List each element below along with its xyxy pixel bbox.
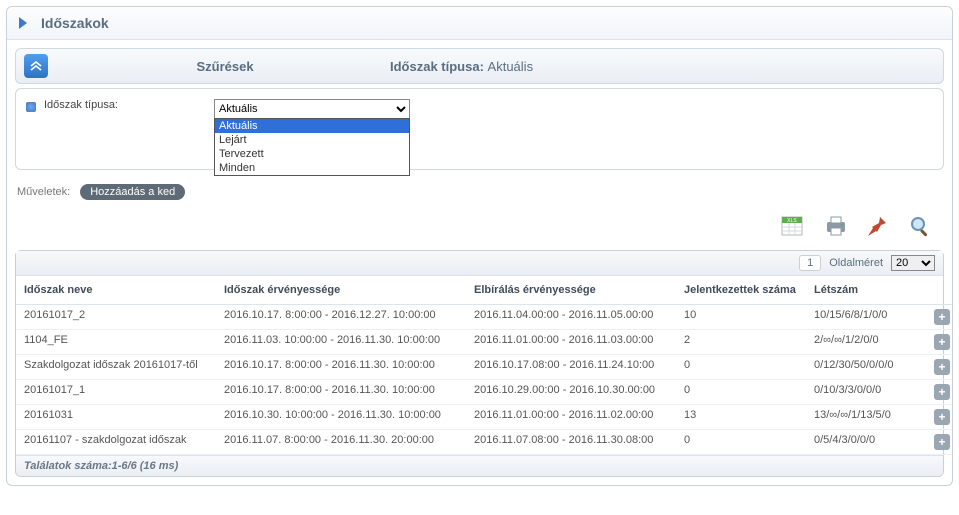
chevron-right-icon[interactable] <box>19 17 27 29</box>
cell-name: 1104_FE <box>16 330 216 355</box>
table-header-row: Időszak neve Időszak érvényessége Elbírá… <box>16 276 952 305</box>
toolbar: XLS <box>15 210 944 250</box>
expand-row-button[interactable]: + <box>934 384 950 400</box>
cell-head: 0/5/4/3/0/0/0 <box>806 430 926 455</box>
period-type-dropdown: Aktuális Lejárt Tervezett Minden <box>214 118 410 176</box>
cell-eval: 2016.11.01.00:00 - 2016.11.03.00:00 <box>466 330 676 355</box>
cell-eval: 2016.10.29.00:00 - 2016.10.30.00:00 <box>466 380 676 405</box>
cell-applicants: 0 <box>676 430 806 455</box>
period-type-option-lejart[interactable]: Lejárt <box>215 133 409 147</box>
export-xls-button[interactable]: XLS <box>780 214 808 238</box>
cell-applicants: 10 <box>676 305 806 330</box>
cell-head: 10/15/6/8/1/0/0 <box>806 305 926 330</box>
cell-name: 20161031 <box>16 405 216 430</box>
results-count: Találatok száma:1-6/6 (16 ms) <box>24 460 178 472</box>
filters-label: Szűrések <box>60 59 390 74</box>
table-row[interactable]: 20161017_1 2016.10.17. 8:00:00 - 2016.11… <box>16 380 952 405</box>
expand-row-button[interactable]: + <box>934 409 950 425</box>
col-validity[interactable]: Időszak érvényessége <box>216 276 466 305</box>
table-row[interactable]: Szakdolgozat időszak 20161017-től 2016.1… <box>16 355 952 380</box>
cell-head: 0/12/30/50/0/0/0 <box>806 355 926 380</box>
cell-head: 0/10/3/3/0/0/0 <box>806 380 926 405</box>
cell-name: 20161017_2 <box>16 305 216 330</box>
cell-validity: 2016.11.03. 10:00:00 - 2016.11.30. 10:00… <box>216 330 466 355</box>
grid-footer: Találatok száma:1-6/6 (16 ms) <box>16 455 943 476</box>
cell-eval: 2016.11.01.00:00 - 2016.11.02.00:00 <box>466 405 676 430</box>
expand-row-button[interactable]: + <box>934 359 950 375</box>
period-type-option-tervezett[interactable]: Tervezett <box>215 147 409 161</box>
page-size-select[interactable]: 20 <box>891 255 935 271</box>
cell-validity: 2016.10.30. 10:00:00 - 2016.11.30. 10:00… <box>216 405 466 430</box>
cell-eval: 2016.10.17.08:00 - 2016.11.24.10:00 <box>466 355 676 380</box>
filter-type-summary-label: Időszak típusa: <box>390 59 484 74</box>
cell-applicants: 0 <box>676 380 806 405</box>
results-table: Időszak neve Időszak érvényessége Elbírá… <box>16 276 952 455</box>
table-row[interactable]: 20161107 - szakdolgozat időszak 2016.11.… <box>16 430 952 455</box>
chevrons-up-icon <box>30 61 42 71</box>
period-type-option-minden[interactable]: Minden <box>215 161 409 175</box>
filter-field-label: Időszak típusa: <box>44 99 214 111</box>
cell-applicants: 2 <box>676 330 806 355</box>
cell-head: 2/∞/∞/1/2/0/0 <box>806 330 926 355</box>
collapse-filters-button[interactable] <box>24 54 48 78</box>
page-title: Időszakok <box>41 15 109 31</box>
period-type-select[interactable]: Aktuális <box>214 99 410 119</box>
cell-eval: 2016.11.04.00:00 - 2016.11.05.00:00 <box>466 305 676 330</box>
cell-validity: 2016.11.07. 8:00:00 - 2016.11.30. 20:00:… <box>216 430 466 455</box>
print-button[interactable] <box>822 214 850 238</box>
add-to-favorites-button[interactable]: Hozzáadás a ked <box>80 184 185 200</box>
period-type-select-wrapper: Aktuális Aktuális Lejárt Tervezett Minde… <box>214 99 410 119</box>
pin-button[interactable] <box>864 214 892 238</box>
cell-name: Szakdolgozat időszak 20161017-től <box>16 355 216 380</box>
main-panel: Időszakok Szűrések Időszak típusa: Aktuá… <box>6 6 953 486</box>
col-eval[interactable]: Elbírálás érvényessége <box>466 276 676 305</box>
col-applicants[interactable]: Jelentkezettek száma <box>676 276 806 305</box>
data-grid: 1 Oldalméret 20 Időszak neve Időszak érv… <box>15 250 944 477</box>
period-type-option-aktualis[interactable]: Aktuális <box>215 119 409 133</box>
filter-bar: Szűrések Időszak típusa: Aktuális <box>15 48 944 84</box>
cell-name: 20161017_1 <box>16 380 216 405</box>
cell-validity: 2016.10.17. 8:00:00 - 2016.11.30. 10:00:… <box>216 355 466 380</box>
page-size-label: Oldalméret <box>829 257 883 269</box>
table-row[interactable]: 20161017_2 2016.10.17. 8:00:00 - 2016.12… <box>16 305 952 330</box>
cell-name: 20161107 - szakdolgozat időszak <box>16 430 216 455</box>
cell-validity: 2016.10.17. 8:00:00 - 2016.12.27. 10:00:… <box>216 305 466 330</box>
cell-applicants: 13 <box>676 405 806 430</box>
col-head[interactable]: Létszám <box>806 276 926 305</box>
pager-top: 1 Oldalméret 20 <box>16 251 943 276</box>
filter-type-summary-value: Aktuális <box>488 59 534 74</box>
page-number[interactable]: 1 <box>799 255 821 271</box>
table-row[interactable]: 20161031 2016.10.30. 10:00:00 - 2016.11.… <box>16 405 952 430</box>
table-row[interactable]: 1104_FE 2016.11.03. 10:00:00 - 2016.11.3… <box>16 330 952 355</box>
operations-label: Műveletek: <box>17 186 70 198</box>
cell-head: 13/∞/∞/1/13/5/0 <box>806 405 926 430</box>
col-name[interactable]: Időszak neve <box>16 276 216 305</box>
operations-row: Műveletek: Hozzáadás a ked <box>17 184 944 200</box>
expand-row-button[interactable]: + <box>934 434 950 450</box>
expand-row-button[interactable]: + <box>934 334 950 350</box>
expand-row-button[interactable]: + <box>934 309 950 325</box>
cell-eval: 2016.11.07.08:00 - 2016.11.30.08:00 <box>466 430 676 455</box>
field-marker-icon <box>26 102 36 112</box>
filter-type-summary: Időszak típusa: Aktuális <box>390 59 533 74</box>
search-button[interactable] <box>906 214 934 238</box>
cell-applicants: 0 <box>676 355 806 380</box>
cell-validity: 2016.10.17. 8:00:00 - 2016.11.30. 10:00:… <box>216 380 466 405</box>
filter-content: Időszak típusa: Aktuális Aktuális Lejárt… <box>15 88 944 170</box>
panel-header: Időszakok <box>7 7 952 40</box>
